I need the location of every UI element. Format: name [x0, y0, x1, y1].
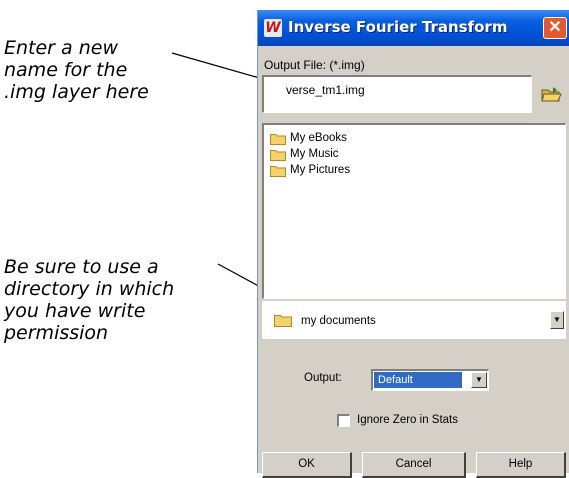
app-icon[interactable]: W	[264, 19, 282, 37]
inverse-fourier-dialog: W Inverse Fourier Transform ✕ Output Fil…	[257, 10, 569, 478]
directory-value: my documents	[301, 315, 376, 327]
filename-callout-line: name for the	[4, 59, 128, 81]
dialog-title: Inverse Fourier Transform	[288, 18, 508, 36]
browse-folder-button[interactable]	[540, 83, 564, 105]
close-button[interactable]: ✕	[543, 17, 567, 39]
list-item-label: My eBooks	[290, 132, 347, 144]
list-item-label: My Music	[290, 148, 339, 160]
output-filename-input[interactable]	[286, 83, 526, 97]
ignore-zero-label: Ignore Zero in Stats	[357, 414, 458, 426]
output-filename-field[interactable]	[262, 75, 532, 113]
ok-button[interactable]: OK	[262, 452, 352, 478]
directory-dropdown[interactable]: my documents ▼	[262, 301, 566, 339]
folder-icon	[270, 166, 286, 177]
filename-callout: Enter a new name for the .img layer here	[4, 37, 244, 103]
ignore-zero-checkbox[interactable]	[337, 414, 350, 427]
title-bar[interactable]: W Inverse Fourier Transform ✕	[258, 10, 569, 46]
directory-callout-line: permission	[4, 322, 109, 344]
chevron-down-icon[interactable]: ▼	[550, 311, 564, 329]
list-item-label: My Pictures	[290, 164, 351, 176]
cancel-button[interactable]: Cancel	[362, 452, 466, 478]
output-type-label: Output:	[304, 372, 342, 384]
folder-icon	[270, 150, 286, 161]
folder-open-icon	[541, 87, 562, 102]
folder-icon	[270, 134, 286, 145]
directory-callout-line: directory in which	[4, 278, 175, 300]
output-type-value: Default	[374, 372, 462, 388]
folder-icon	[274, 315, 292, 327]
directory-callout: Be sure to use a directory in which you …	[4, 256, 244, 344]
filename-callout-line: .img layer here	[4, 81, 149, 103]
file-list[interactable]: My eBooks My Music My Pictures	[262, 123, 566, 299]
output-type-select[interactable]: Default ▼	[371, 369, 489, 391]
directory-callout-line: you have write	[4, 300, 146, 322]
directory-callout-line: Be sure to use a	[4, 256, 159, 278]
output-file-label: Output File: (*.img)	[264, 58, 365, 72]
close-icon: ✕	[548, 19, 562, 36]
chevron-down-icon[interactable]: ▼	[471, 372, 487, 388]
filename-callout-line: Enter a new	[4, 37, 118, 59]
help-button[interactable]: Help	[476, 452, 566, 478]
